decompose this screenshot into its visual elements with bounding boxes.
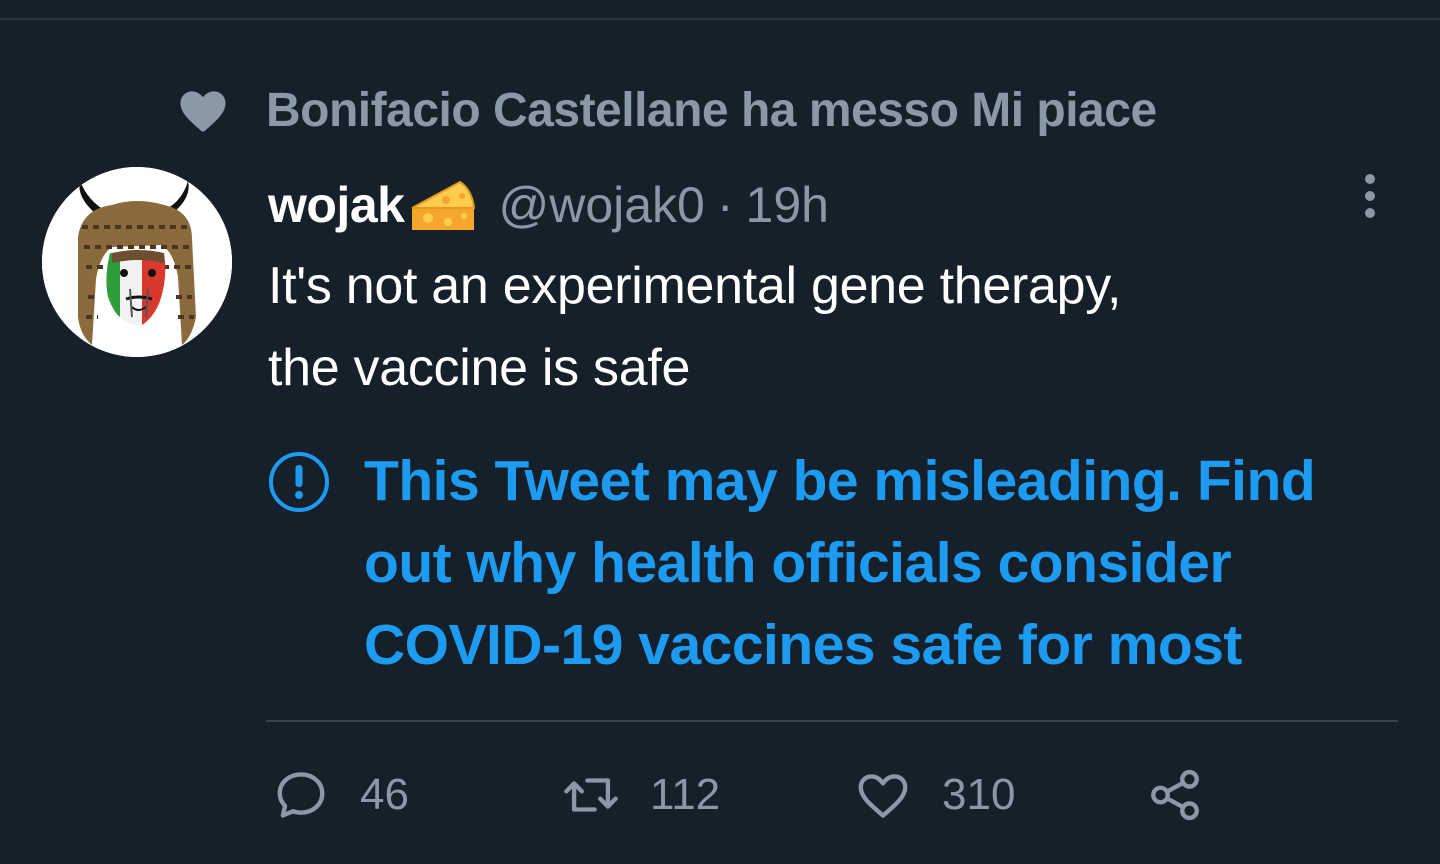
misleading-notice[interactable]: This Tweet may be misleading. Find out w… bbox=[268, 440, 1418, 686]
heart-filled-icon bbox=[180, 91, 226, 132]
cheese-emoji-icon bbox=[411, 180, 476, 230]
reply-count: 46 bbox=[360, 770, 409, 819]
retweet-icon bbox=[564, 778, 618, 812]
avatar[interactable] bbox=[42, 167, 232, 357]
share-icon bbox=[1151, 769, 1199, 821]
top-divider bbox=[0, 18, 1440, 20]
like-count: 310 bbox=[942, 770, 1016, 819]
author-display-name[interactable]: wojak bbox=[268, 176, 405, 234]
separator-dot: · bbox=[716, 177, 734, 233]
social-context[interactable]: Bonifacio Castellane ha messo Mi piace bbox=[176, 80, 1157, 140]
retweet-count: 112 bbox=[650, 770, 721, 819]
misleading-notice-link[interactable]: This Tweet may be misleading. Find out w… bbox=[364, 440, 1400, 686]
action-divider bbox=[266, 720, 1398, 722]
reply-icon bbox=[277, 772, 325, 818]
tweet-timestamp[interactable]: 19h bbox=[746, 176, 829, 234]
tweet-screen: Bonifacio Castellane ha messo Mi piace w… bbox=[0, 0, 1440, 864]
avatar-image bbox=[42, 167, 232, 357]
tweet-text: It's not an experimental gene therapy, t… bbox=[268, 245, 1388, 409]
tweet-text-line-2: the vaccine is safe bbox=[268, 339, 691, 397]
exclamation-circle-icon bbox=[269, 452, 329, 512]
reply-button[interactable]: 46 bbox=[272, 762, 409, 828]
tweet-text-line-1: It's not an experimental gene therapy, bbox=[268, 257, 1122, 315]
heart-outline-icon bbox=[858, 774, 908, 818]
author-handle[interactable]: @wojak0 bbox=[498, 176, 704, 234]
more-vertical-icon bbox=[1365, 174, 1375, 218]
like-button[interactable]: 310 bbox=[854, 762, 1015, 828]
share-button[interactable] bbox=[1146, 762, 1204, 828]
social-context-label: Bonifacio Castellane ha messo Mi piace bbox=[266, 83, 1157, 137]
more-options-button[interactable] bbox=[1344, 165, 1396, 227]
tweet-header: wojak @wojak0 · 19h bbox=[268, 165, 829, 245]
retweet-button[interactable]: 112 bbox=[562, 762, 720, 828]
